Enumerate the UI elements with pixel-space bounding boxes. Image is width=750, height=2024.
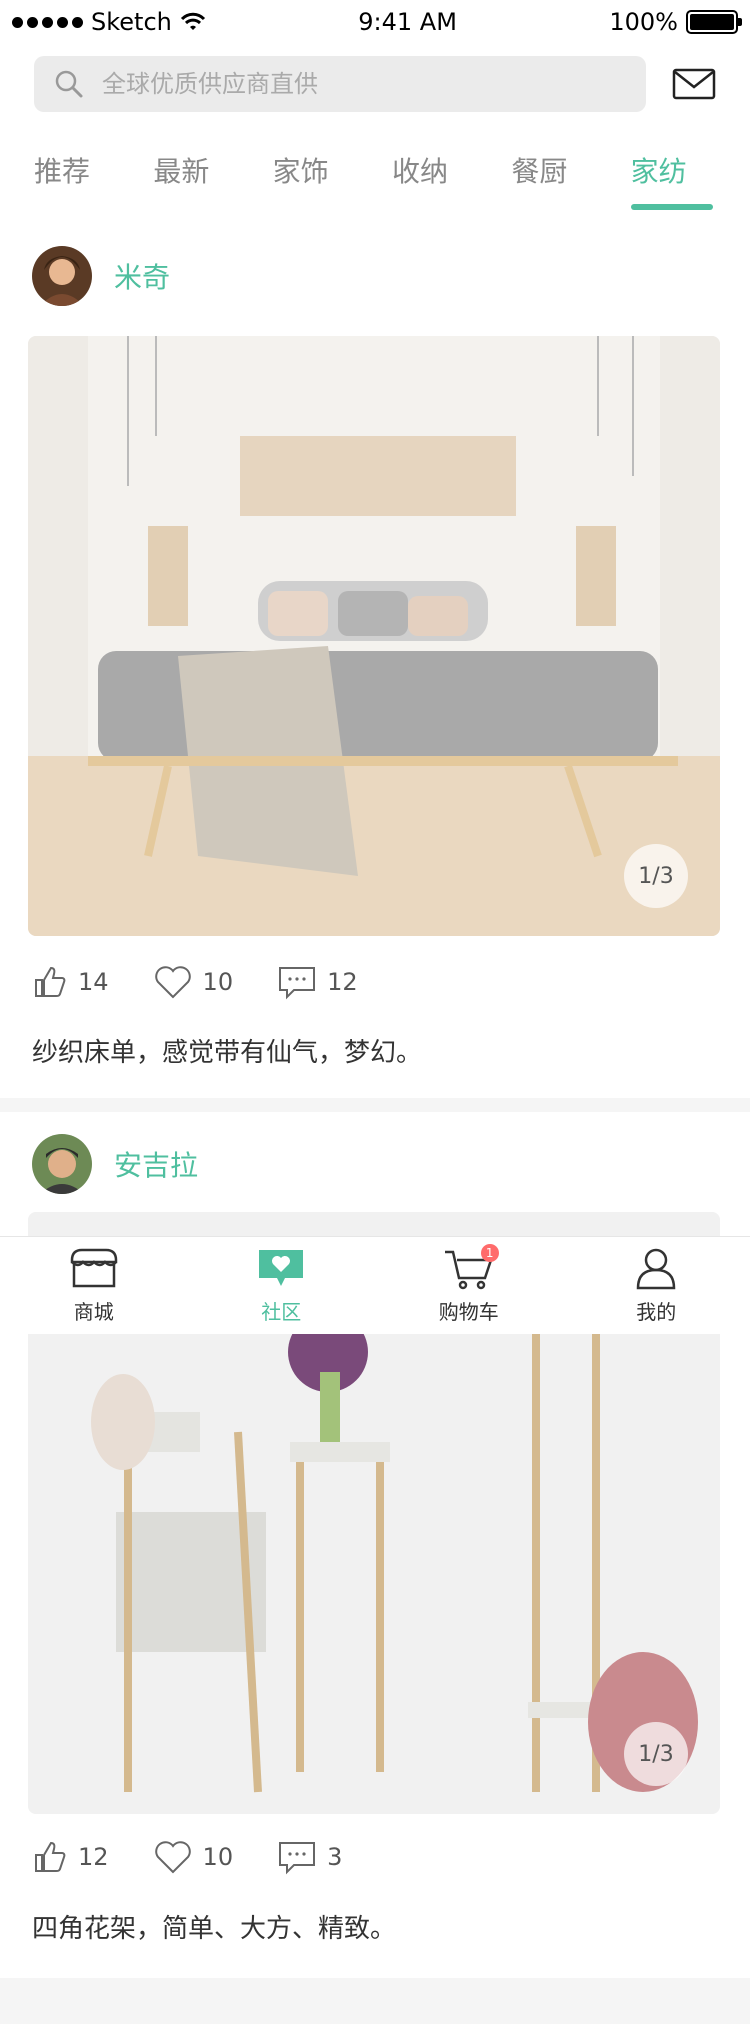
header: 推荐 最新 家饰 收纳 餐厨 家纺 [0,44,750,224]
carrier-label: Sketch [91,8,172,36]
status-left: Sketch [12,8,206,36]
search-input[interactable] [102,70,602,98]
thumb-up-icon [35,1841,66,1872]
post-actions: 14 10 12 [32,964,358,1000]
favorite-count: 10 [202,968,234,996]
tabbar-community[interactable]: 社区 [221,1246,341,1325]
bottom-spacer [0,1978,750,2024]
signal-icon [12,16,83,28]
category-tabs: 推荐 最新 家饰 收纳 餐厨 家纺 [0,140,750,224]
cart-badge: 1 [480,1244,499,1262]
profile-icon [636,1248,676,1290]
comment-button[interactable]: 12 [277,964,358,1000]
post-header: 米奇 [32,246,170,306]
tabbar-label: 社区 [261,1300,302,1324]
favorite-button[interactable]: 10 [153,1839,234,1875]
tabbar-cart[interactable]: 1 购物车 [409,1244,529,1325]
bottom-tab-bar: 商城 社区 1 购物车 我的 [0,1236,750,1334]
like-button[interactable]: 12 [32,1839,109,1875]
battery-icon [685,10,742,34]
comment-count: 3 [327,1843,343,1871]
tab-newest[interactable]: 最新 [153,140,272,210]
like-button[interactable]: 14 [32,964,109,1000]
author-name[interactable]: 安吉拉 [114,1144,198,1184]
tab-recommend[interactable]: 推荐 [34,140,153,210]
tabbar-label: 购物车 [438,1300,499,1324]
tab-storage[interactable]: 收纳 [392,140,511,210]
community-icon [259,1250,304,1286]
comment-icon [279,1842,316,1875]
image-page-indicator: 1/3 [624,1722,688,1786]
wifi-icon [180,12,205,30]
search-icon [55,70,83,98]
comment-icon [279,967,316,1000]
status-bar: Sketch 9:41 AM 100% [0,0,750,44]
shop-icon [70,1248,117,1288]
battery-fill [689,14,734,30]
avatar[interactable] [32,1134,92,1194]
status-time: 9:41 AM [358,8,457,36]
tab-home-decor[interactable]: 家饰 [273,140,392,210]
heart-icon [154,1841,191,1874]
avatar[interactable] [32,246,92,306]
tabbar-label: 我的 [636,1300,677,1324]
tabbar-profile[interactable]: 我的 [596,1246,716,1325]
post-image-bedroom[interactable]: 1/3 [28,336,720,936]
post-header: 安吉拉 [32,1134,198,1194]
favorite-count: 10 [202,1843,234,1871]
tab-kitchen[interactable]: 餐厨 [511,140,630,210]
comment-count: 12 [327,968,358,996]
post-caption: 四角花架，简单、大方、精致。 [32,1914,397,1944]
status-right: 100% [609,8,742,36]
tabbar-shop[interactable]: 商城 [34,1246,154,1325]
mail-icon[interactable] [670,60,718,108]
comment-button[interactable]: 3 [277,1839,342,1875]
favorite-button[interactable]: 10 [153,964,234,1000]
like-count: 12 [78,1843,109,1871]
image-page-indicator: 1/3 [624,844,688,908]
post-card: 米奇 1/3 14 10 12 纱织床单，感觉带有仙气，梦幻。 [0,224,750,1098]
post-actions: 12 10 3 [32,1839,342,1875]
tab-textiles[interactable]: 家纺 [630,140,750,210]
post-caption: 纱织床单，感觉带有仙气，梦幻。 [32,1038,423,1068]
like-count: 14 [78,968,109,996]
thumb-up-icon [35,966,66,997]
heart-icon [154,966,191,999]
battery-percent: 100% [609,8,678,36]
author-name[interactable]: 米奇 [114,256,170,296]
tabbar-label: 商城 [73,1300,114,1324]
search-bar[interactable] [34,56,646,112]
